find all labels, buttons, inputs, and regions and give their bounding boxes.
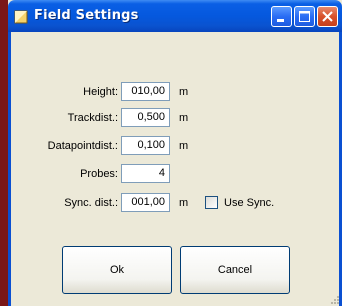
trackdist-unit: m [179,112,189,124]
maximize-icon [299,11,310,22]
window-title: Field Settings [34,8,139,23]
syncdist-unit: m [179,197,189,209]
window-icon [14,9,28,24]
cancel-button[interactable]: Cancel [180,246,290,294]
close-icon [322,11,333,22]
cancel-button-label: Cancel [217,264,253,276]
height-field[interactable]: 010,00 [121,82,170,101]
field-settings-dialog: Field Settings Height: 010,00 m Trackdis… [8,0,342,306]
use-sync-label[interactable]: Use Sync. [224,197,274,209]
syncdist-label: Sync. dist.: [64,197,118,209]
title-bar[interactable]: Field Settings [8,0,342,32]
probes-label: Probes: [80,168,118,180]
ok-button[interactable]: Ok [62,246,172,294]
resize-grip-icon[interactable] [329,294,339,304]
trackdist-label: Trackdist.: [67,112,118,124]
datapointdist-field[interactable]: 0,100 [121,136,170,155]
trackdist-field[interactable]: 0,500 [121,108,170,127]
height-label: Height: [83,86,118,98]
syncdist-field[interactable]: 001,00 [121,193,170,212]
maximize-button[interactable] [294,6,315,27]
minimize-button[interactable] [271,6,292,27]
ok-button-label: Ok [109,264,125,276]
close-button[interactable] [317,6,338,27]
probes-field[interactable]: 4 [121,164,170,183]
datapointdist-label: Datapointdist.: [47,140,118,152]
minimize-icon [277,19,284,22]
height-unit: m [179,86,189,98]
datapointdist-unit: m [179,140,189,152]
use-sync-checkbox[interactable] [205,196,218,209]
